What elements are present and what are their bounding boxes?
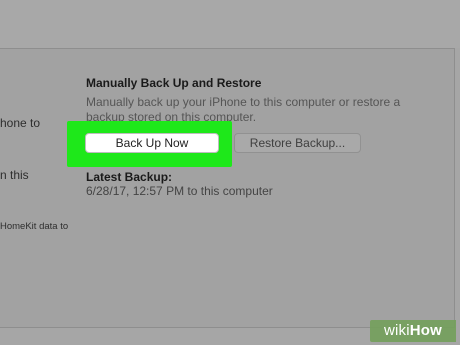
restore-backup-button[interactable]: Restore Backup... bbox=[234, 133, 361, 153]
latest-backup-label: Latest Backup: bbox=[86, 170, 173, 184]
latest-backup-value: 6/28/17, 12:57 PM to this computer bbox=[86, 184, 273, 198]
left-column-text-3: HomeKit data to bbox=[0, 221, 69, 232]
wikihow-watermark: wikiHow bbox=[370, 320, 456, 342]
left-column-text-2: n this bbox=[0, 168, 29, 182]
left-column-text-1: hone to bbox=[0, 116, 41, 130]
watermark-part-1: wiki bbox=[383, 322, 410, 339]
back-up-now-button[interactable]: Back Up Now bbox=[85, 133, 219, 153]
section-heading: Manually Back Up and Restore bbox=[86, 76, 262, 90]
watermark-part-2: How bbox=[409, 322, 443, 339]
window-top-band bbox=[0, 0, 460, 48]
